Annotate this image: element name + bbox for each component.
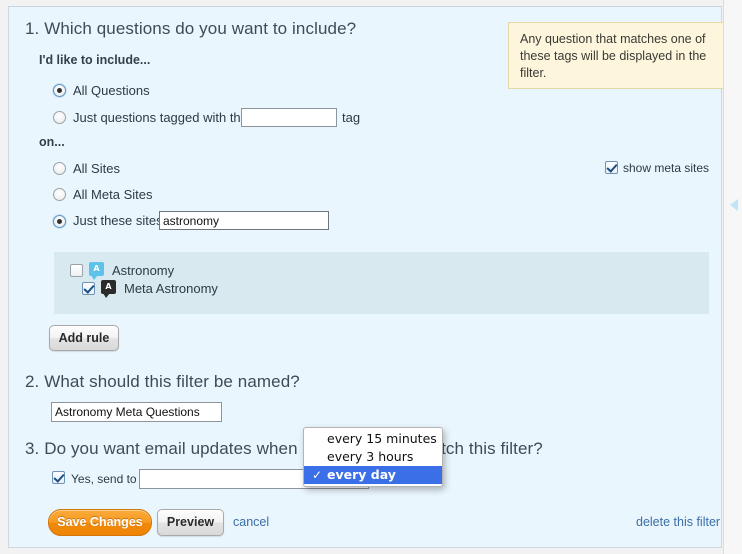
dropdown-check-icon: ✓ bbox=[312, 468, 323, 482]
add-rule-button[interactable]: Add rule bbox=[49, 325, 119, 351]
radio-all-meta-sites[interactable] bbox=[53, 188, 66, 201]
site-list: A Astronomy A Meta Astronomy bbox=[54, 252, 709, 314]
tags-tooltip: Any question that matches one of these t… bbox=[508, 22, 724, 89]
meta-astronomy-icon-letter: A bbox=[105, 282, 112, 291]
dropdown-option[interactable]: every 15 minutes bbox=[304, 430, 442, 448]
checkbox-email-updates[interactable] bbox=[52, 471, 65, 484]
radio-all-questions[interactable] bbox=[53, 84, 66, 97]
radio-just-these-sites-label: Just these sites bbox=[73, 213, 163, 228]
preview-button[interactable]: Preview bbox=[157, 509, 224, 536]
on-label: on... bbox=[39, 135, 65, 149]
include-label: I'd like to include... bbox=[39, 53, 151, 67]
meta-astronomy-site-icon: A bbox=[101, 280, 116, 298]
cancel-link[interactable]: cancel bbox=[233, 515, 269, 529]
dropdown-option-label: every 3 hours bbox=[327, 449, 414, 464]
collapse-arrow-icon[interactable] bbox=[730, 199, 738, 211]
delete-filter-link[interactable]: delete this filter bbox=[636, 515, 720, 529]
radio-all-sites-label: All Sites bbox=[73, 161, 120, 176]
checkbox-show-meta-sites[interactable] bbox=[605, 161, 618, 174]
site-label-meta-astronomy: Meta Astronomy bbox=[124, 281, 218, 296]
dropdown-option-selected[interactable]: ✓ every day bbox=[304, 466, 442, 484]
email-updates-label: Yes, send to bbox=[71, 472, 137, 486]
filter-name-input[interactable] bbox=[51, 402, 222, 422]
astronomy-icon-letter: A bbox=[93, 264, 100, 273]
radio-all-questions-label: All Questions bbox=[73, 83, 150, 98]
tag-suffix-label: tag bbox=[342, 110, 361, 125]
radio-tagged-questions[interactable] bbox=[53, 111, 66, 124]
dropdown-option-label: every 15 minutes bbox=[327, 431, 437, 446]
section-2-title: 2. What should this filter be named? bbox=[25, 372, 300, 391]
radio-all-meta-sites-label: All Meta Sites bbox=[73, 187, 153, 202]
radio-just-these-sites[interactable] bbox=[53, 215, 66, 228]
checkbox-site-meta-astronomy[interactable] bbox=[82, 282, 95, 295]
checkbox-site-astronomy[interactable] bbox=[70, 264, 83, 277]
radio-all-sites[interactable] bbox=[53, 162, 66, 175]
right-edge-strip bbox=[723, 0, 742, 554]
filter-editor-screen: 1. Which questions do you want to includ… bbox=[0, 0, 742, 554]
dropdown-option-label: every day bbox=[327, 467, 396, 482]
astronomy-icon-tail bbox=[91, 275, 98, 280]
section-3-title: 3. Do you want email updates when new qu… bbox=[25, 439, 543, 458]
show-meta-sites-label: show meta sites bbox=[623, 161, 710, 175]
section-1-title: 1. Which questions do you want to includ… bbox=[25, 19, 357, 38]
dropdown-option[interactable]: every 3 hours bbox=[304, 448, 442, 466]
site-label-astronomy: Astronomy bbox=[112, 263, 175, 278]
radio-tagged-questions-label: Just questions tagged with the bbox=[73, 110, 248, 125]
meta-astronomy-icon-tail bbox=[103, 293, 110, 298]
save-changes-button[interactable]: Save Changes bbox=[48, 509, 152, 536]
astronomy-site-icon: A bbox=[89, 262, 104, 280]
sites-input[interactable] bbox=[159, 211, 329, 230]
frequency-dropdown-menu[interactable]: every 15 minutes every 3 hours ✓ every d… bbox=[303, 427, 443, 487]
tag-input[interactable] bbox=[241, 108, 337, 127]
